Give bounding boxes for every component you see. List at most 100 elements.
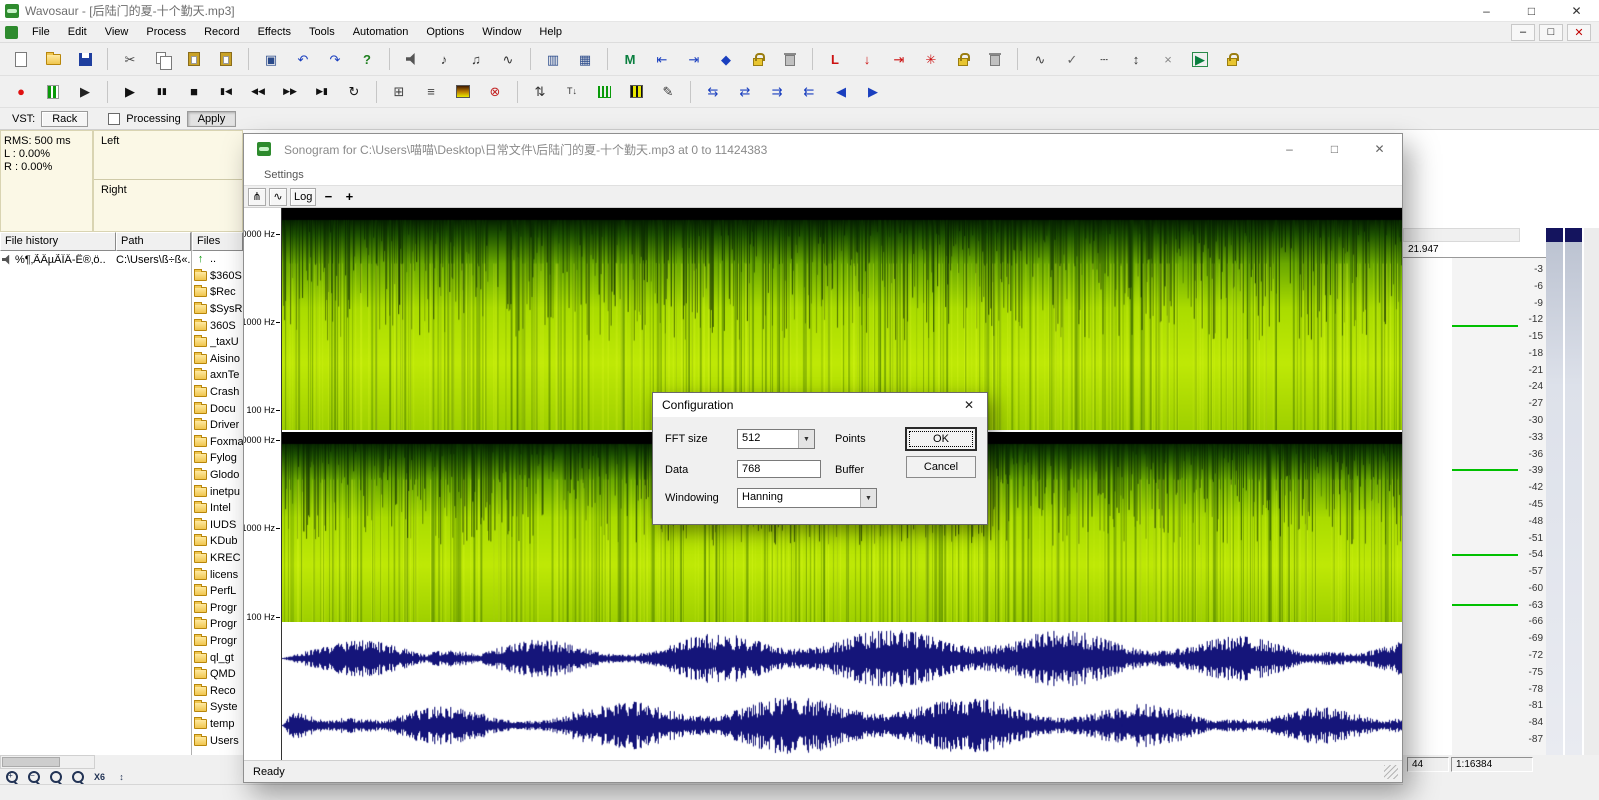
marker-next-button[interactable]: ⇥: [679, 46, 709, 73]
sonogram-minimize-button[interactable]: –: [1267, 134, 1312, 164]
envelope-play-button[interactable]: ▶: [1185, 46, 1215, 73]
rewind-button[interactable]: ◀◀: [243, 78, 273, 105]
loop-playback-button[interactable]: ↻: [339, 78, 369, 105]
undo-button[interactable]: ↶: [288, 46, 318, 73]
menu-record[interactable]: Record: [195, 23, 248, 41]
minimize-button[interactable]: –: [1464, 0, 1509, 21]
statistics-button[interactable]: ≡: [416, 78, 446, 105]
loop-lock-button[interactable]: [948, 46, 978, 73]
zoom-full-button[interactable]: [46, 770, 65, 785]
folder-item[interactable]: Driver: [192, 417, 243, 434]
folder-item[interactable]: inetpu: [192, 483, 243, 500]
scrollbar-thumb[interactable]: [2, 757, 60, 767]
folder-item[interactable]: temp: [192, 716, 243, 733]
select-left-button[interactable]: ◀: [826, 78, 856, 105]
menu-options[interactable]: Options: [417, 23, 473, 41]
folder-item[interactable]: licens: [192, 566, 243, 583]
folder-item[interactable]: QMD: [192, 666, 243, 683]
midi-pitch-button[interactable]: ♪: [429, 46, 459, 73]
mdi-close-button[interactable]: ✕: [1567, 24, 1591, 41]
envelope-vzoom-button[interactable]: ↕: [1121, 46, 1151, 73]
paste-button[interactable]: [179, 46, 209, 73]
file-history-row[interactable]: %¶‚ÃÂµÃÎÂ-Ê®‚ö.. C:\Users\ß÷ß«...: [0, 251, 191, 268]
folder-item[interactable]: Progr: [192, 616, 243, 633]
midi-out-button[interactable]: ♫: [461, 46, 491, 73]
folder-item[interactable]: Users: [192, 732, 243, 749]
channel-convert-button[interactable]: ⇄: [730, 78, 760, 105]
envelope-apply-button[interactable]: ✓: [1057, 46, 1087, 73]
channel-grid-alt-button[interactable]: ▦: [570, 46, 600, 73]
envelope-tool-button[interactable]: ∿: [1025, 46, 1055, 73]
mdi-restore-button[interactable]: □: [1539, 24, 1563, 41]
windowing-combo[interactable]: Hanning ▼: [737, 488, 877, 508]
close-button[interactable]: ✕: [1554, 0, 1599, 21]
sonogram-wave-button[interactable]: ∿: [269, 188, 287, 206]
ok-button[interactable]: OK: [906, 428, 976, 450]
mdi-minimize-button[interactable]: –: [1511, 24, 1535, 41]
folder-item[interactable]: ql_gt: [192, 649, 243, 666]
goto-end-button[interactable]: ▶▮: [307, 78, 337, 105]
cancel-button[interactable]: Cancel: [906, 456, 976, 478]
folder-item[interactable]: Crash: [192, 384, 243, 401]
resample-button[interactable]: ⇅: [525, 78, 555, 105]
sonogram-settings-button[interactable]: ⋔: [248, 188, 266, 206]
folder-item[interactable]: Intel: [192, 500, 243, 517]
fft-size-dropdown-icon[interactable]: ▼: [798, 430, 814, 448]
draw-pen-button[interactable]: ✎: [653, 78, 683, 105]
pitch-shift-button[interactable]: T↓: [557, 78, 587, 105]
loop-next-button[interactable]: ⇥: [884, 46, 914, 73]
vst-rack-button[interactable]: Rack: [41, 111, 88, 127]
play-button[interactable]: ▶: [115, 78, 145, 105]
speaker-button[interactable]: [397, 46, 427, 73]
horizontal-scrollbar[interactable]: [0, 755, 95, 769]
envelope-lock-button[interactable]: [1217, 46, 1247, 73]
new-file-button[interactable]: [6, 46, 36, 73]
log-scale-button[interactable]: Log: [290, 188, 316, 206]
menu-process[interactable]: Process: [137, 23, 195, 41]
loop-start-button[interactable]: L: [820, 46, 850, 73]
spectral-view-button[interactable]: [621, 78, 651, 105]
maximize-button[interactable]: □: [1509, 0, 1554, 21]
loop-delete-button[interactable]: [980, 46, 1010, 73]
folder-item[interactable]: _taxU: [192, 334, 243, 351]
folder-item[interactable]: KREC: [192, 550, 243, 567]
sonogram-titlebar[interactable]: Sonogram for C:\Users\喵喵\Desktop\日常文件\后陆…: [244, 134, 1402, 164]
loop-burst-button[interactable]: ✳: [916, 46, 946, 73]
fft-size-combo[interactable]: 512 ▼: [737, 429, 815, 449]
menu-tools[interactable]: Tools: [300, 23, 344, 41]
menu-window[interactable]: Window: [473, 23, 530, 41]
apply-button[interactable]: Apply: [187, 111, 237, 127]
abort-button[interactable]: ⊗: [480, 78, 510, 105]
channel-swap-button[interactable]: ⇆: [698, 78, 728, 105]
folder-item[interactable]: 360S: [192, 317, 243, 334]
menu-settings[interactable]: Settings: [255, 166, 313, 184]
goto-start-button[interactable]: ▮◀: [211, 78, 241, 105]
folder-item[interactable]: Progr: [192, 633, 243, 650]
folder-item[interactable]: Foxma: [192, 434, 243, 451]
folder-item[interactable]: Fylog: [192, 450, 243, 467]
folder-item[interactable]: KDub: [192, 533, 243, 550]
envelope-clear-button[interactable]: ×: [1153, 46, 1183, 73]
insert-silence-button[interactable]: ⊞: [384, 78, 414, 105]
zoom-in-button[interactable]: +: [2, 770, 21, 785]
folder-item[interactable]: $SysR: [192, 301, 243, 318]
file-history-header[interactable]: File history: [0, 232, 116, 251]
menu-effects[interactable]: Effects: [249, 23, 300, 41]
configuration-titlebar[interactable]: Configuration ✕: [653, 393, 987, 417]
menu-edit[interactable]: Edit: [59, 23, 96, 41]
menu-view[interactable]: View: [96, 23, 138, 41]
redo-button[interactable]: ↷: [320, 46, 350, 73]
record-button[interactable]: ●: [6, 78, 36, 105]
zoom-selection-button[interactable]: [68, 770, 87, 785]
paste-mix-button[interactable]: [211, 46, 241, 73]
help-button[interactable]: ?: [352, 46, 382, 73]
marker-delete-button[interactable]: [775, 46, 805, 73]
resize-grip[interactable]: [1384, 765, 1398, 779]
stop-button[interactable]: ■: [179, 78, 209, 105]
folder-item[interactable]: Aisino: [192, 351, 243, 368]
folder-item[interactable]: Glodo: [192, 467, 243, 484]
path-header[interactable]: Path: [116, 232, 191, 251]
folder-item[interactable]: PerfL: [192, 583, 243, 600]
data-input[interactable]: [737, 460, 821, 478]
folder-item[interactable]: axnTe: [192, 367, 243, 384]
